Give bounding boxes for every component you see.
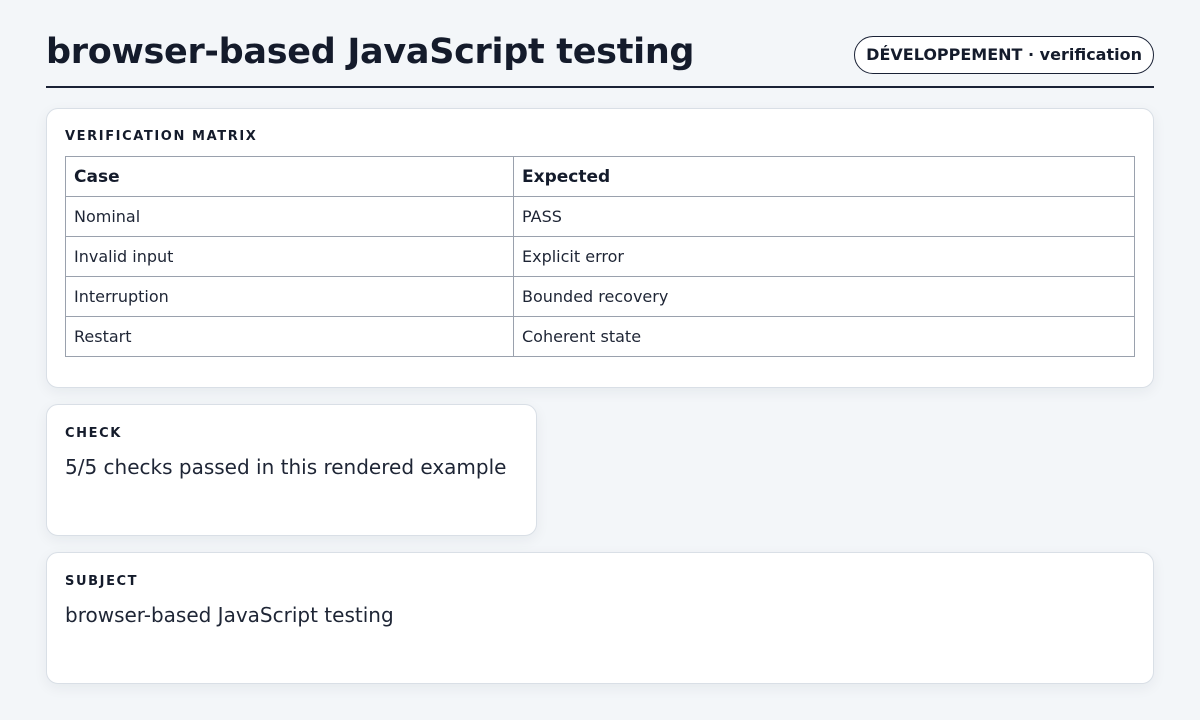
case-cell: Restart	[65, 316, 514, 357]
subject-card: SUBJECT browser-based JavaScript testing	[46, 552, 1154, 684]
subject-text: browser-based JavaScript testing	[65, 603, 394, 627]
case-cell: Invalid input	[65, 236, 514, 277]
expected-cell: Bounded recovery	[513, 276, 1135, 317]
expected-cell: Explicit error	[513, 236, 1135, 277]
expected-cell: Coherent state	[513, 316, 1135, 357]
check-card: CHECK 5/5 checks passed in this rendered…	[46, 404, 537, 536]
check-result-text: 5/5 checks passed in this rendered examp…	[65, 455, 507, 479]
table-row: Nominal PASS	[65, 196, 1135, 237]
subject-label: SUBJECT	[65, 574, 139, 589]
case-cell: Interruption	[65, 276, 514, 317]
page-header: browser-based JavaScript testing DÉVELOP…	[46, 28, 1154, 88]
verification-matrix-label: VERIFICATION MATRIX	[65, 129, 258, 144]
page-title: browser-based JavaScript testing	[46, 32, 695, 72]
table-row: Interruption Bounded recovery	[65, 276, 1135, 317]
column-header-case: Case	[65, 156, 514, 197]
verification-matrix-card: VERIFICATION MATRIX Case Expected Nomina…	[46, 108, 1154, 388]
table-row: Restart Coherent state	[65, 316, 1135, 357]
case-cell: Nominal	[65, 196, 514, 237]
expected-cell: PASS	[513, 196, 1135, 237]
category-badge: DÉVELOPPEMENT · verification	[854, 36, 1154, 74]
column-header-expected: Expected	[513, 156, 1135, 197]
table-header-row: Case Expected	[65, 156, 1135, 197]
table-row: Invalid input Explicit error	[65, 236, 1135, 277]
verification-matrix-table: Case Expected Nominal PASS Invalid input…	[65, 156, 1135, 357]
check-label: CHECK	[65, 426, 122, 441]
